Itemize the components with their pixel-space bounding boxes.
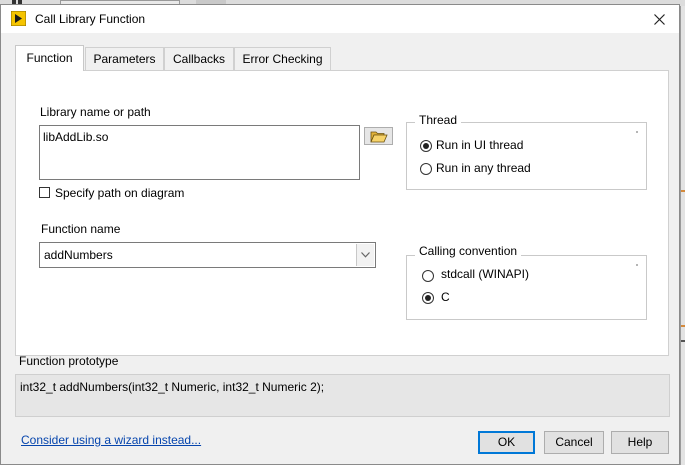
tab-callbacks[interactable]: Callbacks: [164, 47, 234, 70]
function-name-select[interactable]: addNumbers: [39, 242, 376, 268]
tab-function[interactable]: Function: [15, 45, 84, 71]
tab-error-checking[interactable]: Error Checking: [234, 47, 331, 70]
specify-path-checkbox[interactable]: [39, 187, 50, 198]
library-path-input[interactable]: libAddLib.so: [39, 125, 360, 180]
calling-convention-group: [406, 255, 647, 320]
group-corner-mark: [636, 264, 638, 266]
function-name-value: addNumbers: [44, 248, 113, 262]
function-prototype-box: int32_t addNumbers(int32_t Numeric, int3…: [15, 374, 670, 417]
run-in-ui-thread-label: Run in UI thread: [436, 138, 524, 152]
browse-library-button[interactable]: [364, 127, 393, 145]
thread-group-title: Thread: [415, 113, 462, 127]
function-prototype-label: Function prototype: [19, 354, 119, 368]
function-name-dropdown-button[interactable]: [356, 244, 374, 266]
stdcall-radio[interactable]: [422, 270, 434, 282]
c-convention-radio[interactable]: [422, 292, 434, 304]
c-convention-label: C: [441, 290, 450, 304]
close-button[interactable]: [645, 7, 673, 31]
call-library-function-dialog: Call Library Function Function Parameter…: [0, 4, 680, 465]
function-name-label: Function name: [41, 222, 121, 236]
tab-parameters[interactable]: Parameters: [85, 47, 164, 70]
run-in-ui-thread-radio[interactable]: [420, 140, 432, 152]
group-corner-mark: [636, 131, 638, 133]
cancel-button[interactable]: Cancel: [544, 431, 604, 454]
folder-open-icon: [369, 131, 388, 142]
ok-button[interactable]: OK: [478, 431, 535, 454]
labview-icon: [11, 11, 26, 26]
calling-convention-group-title: Calling convention: [415, 244, 522, 258]
background-app-edge: [680, 6, 685, 465]
chevron-down-icon: [361, 252, 370, 258]
run-in-any-thread-label: Run in any thread: [436, 161, 531, 175]
stdcall-label: stdcall (WINAPI): [441, 267, 530, 281]
library-path-label: Library name or path: [40, 105, 151, 119]
run-in-any-thread-radio[interactable]: [420, 163, 432, 175]
help-button[interactable]: Help: [611, 431, 669, 454]
window-title: Call Library Function: [35, 12, 146, 26]
thread-group: [406, 122, 647, 190]
function-prototype-text: int32_t addNumbers(int32_t Numeric, int3…: [20, 380, 325, 394]
wizard-link[interactable]: Consider using a wizard instead...: [21, 433, 201, 447]
specify-path-label: Specify path on diagram: [55, 186, 185, 200]
title-bar[interactable]: Call Library Function: [1, 5, 679, 33]
close-icon: [653, 13, 665, 25]
